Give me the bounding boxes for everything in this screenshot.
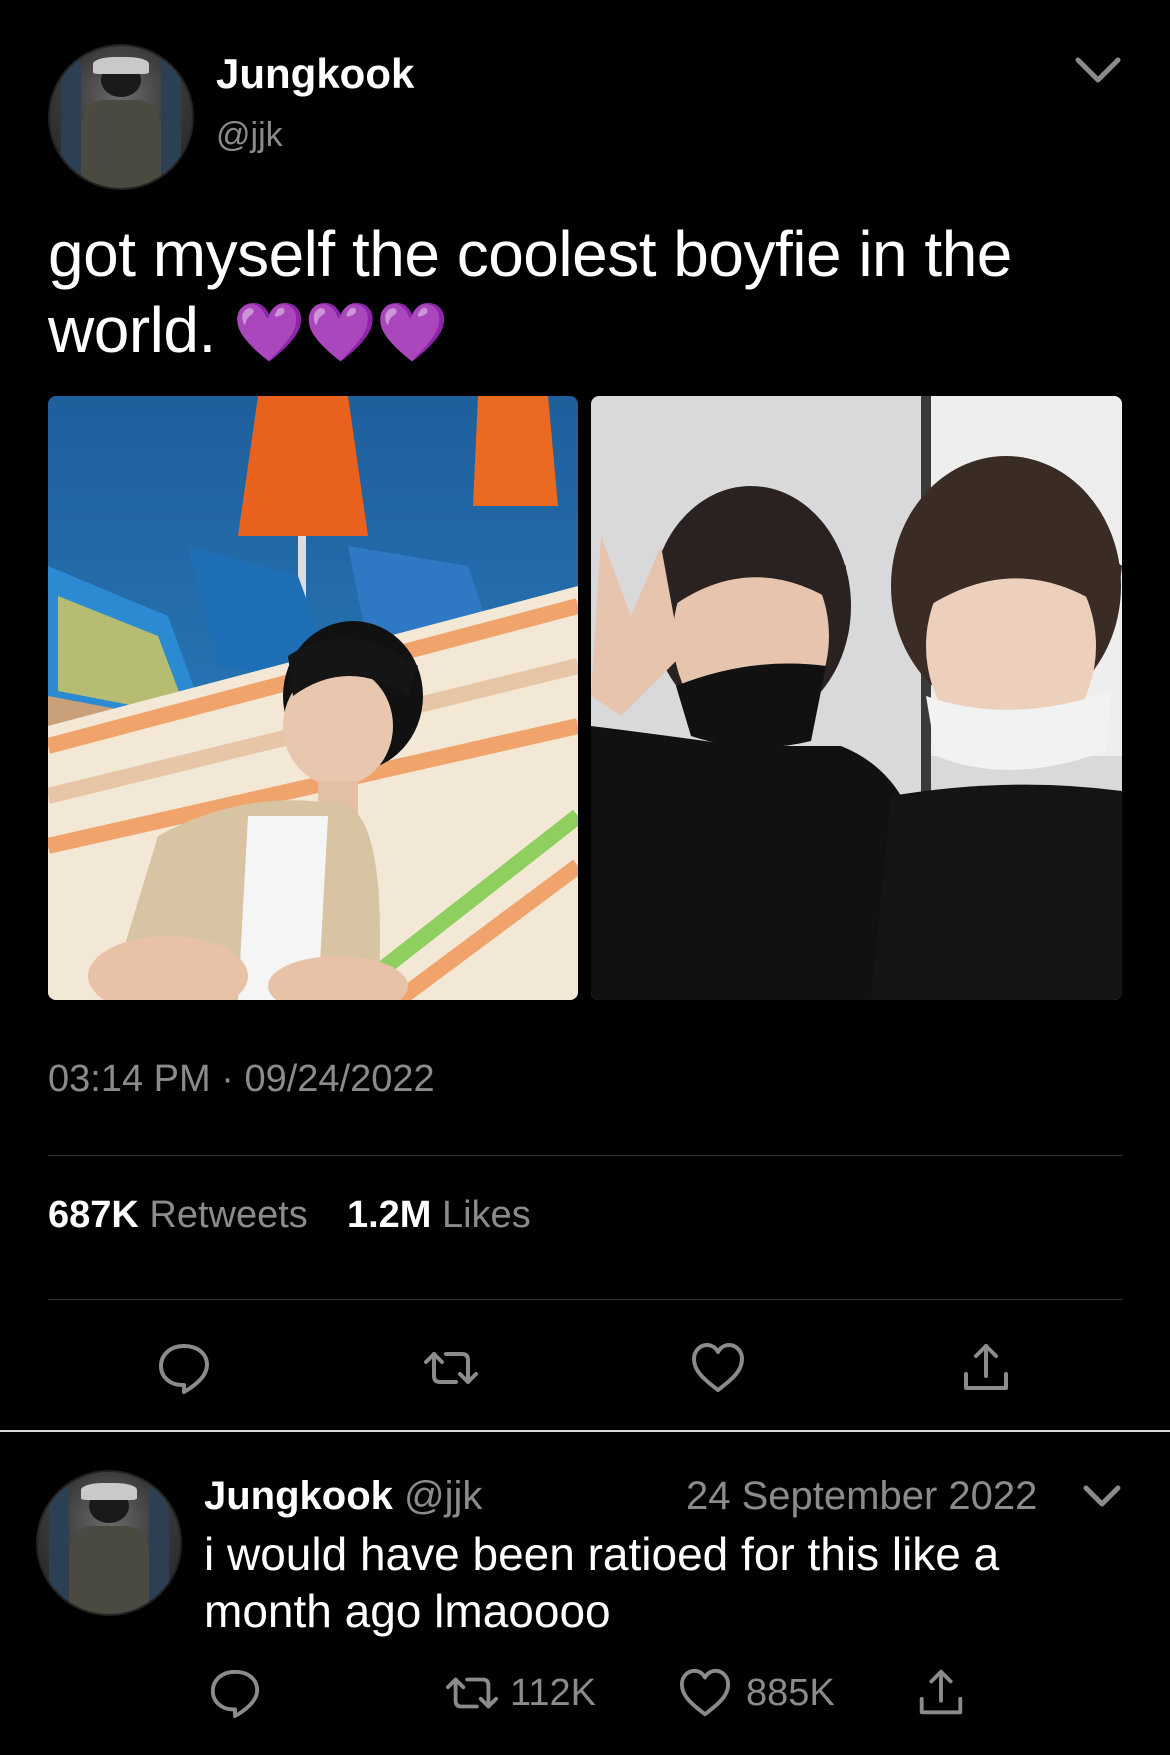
reply-reply-icon[interactable] <box>208 1666 262 1720</box>
avatar[interactable] <box>48 44 194 190</box>
reply-like-icon[interactable] <box>678 1666 732 1720</box>
retweets-label: Retweets <box>149 1194 308 1236</box>
tweet-date: 09/24/2022 <box>244 1058 435 1100</box>
tweet-photo-2[interactable] <box>591 396 1122 1000</box>
divider <box>48 1299 1122 1300</box>
tweet-timestamp: 03:14 PM · 09/24/2022 <box>48 1058 435 1101</box>
reply-author-handle[interactable]: @jjk <box>404 1474 482 1518</box>
engagement-stats: 687K Retweets 1.2M Likes <box>48 1194 531 1237</box>
reply-retweet-count: 112K <box>510 1672 596 1714</box>
reply-header: Jungkook @jjk <box>204 1474 482 1519</box>
reply-author-name[interactable]: Jungkook <box>204 1474 393 1518</box>
retweet-icon[interactable] <box>422 1340 480 1396</box>
tweet-time: 03:14 PM <box>48 1058 211 1100</box>
author-name[interactable]: Jungkook <box>216 50 414 98</box>
reply-chevron-down-icon[interactable] <box>1082 1480 1122 1514</box>
tweet-photo-1[interactable] <box>48 396 578 1000</box>
timestamp-separator: · <box>221 1058 245 1100</box>
reply-like-count: 885K <box>746 1672 835 1714</box>
retweets-count: 687K <box>48 1194 139 1236</box>
reply-share-icon[interactable] <box>914 1666 968 1720</box>
author-handle[interactable]: @jjk <box>216 116 283 155</box>
share-icon[interactable] <box>958 1340 1014 1396</box>
likes-count: 1.2M <box>346 1194 432 1236</box>
reply-avatar[interactable] <box>36 1470 182 1616</box>
reply-retweet-icon[interactable] <box>444 1666 500 1720</box>
likes-stat[interactable]: 1.2M Likes <box>347 1194 531 1236</box>
tweet-text: got myself the coolest boyfie in the wor… <box>48 216 1108 371</box>
like-icon[interactable] <box>690 1340 746 1396</box>
retweets-stat[interactable]: 687K Retweets <box>48 1194 318 1236</box>
divider <box>48 1155 1122 1156</box>
reply-text: i would have been ratioed for this like … <box>204 1528 1000 1637</box>
reply-icon[interactable] <box>156 1340 212 1396</box>
section-separator <box>0 1430 1170 1432</box>
reply-date: 24 September 2022 <box>686 1474 1038 1518</box>
chevron-down-icon[interactable] <box>1072 50 1124 90</box>
tweet-body: got myself the coolest boyfie in the wor… <box>48 218 1012 366</box>
likes-label: Likes <box>441 1194 531 1236</box>
purple-heart-emoji: 💜💜💜 <box>233 300 449 365</box>
